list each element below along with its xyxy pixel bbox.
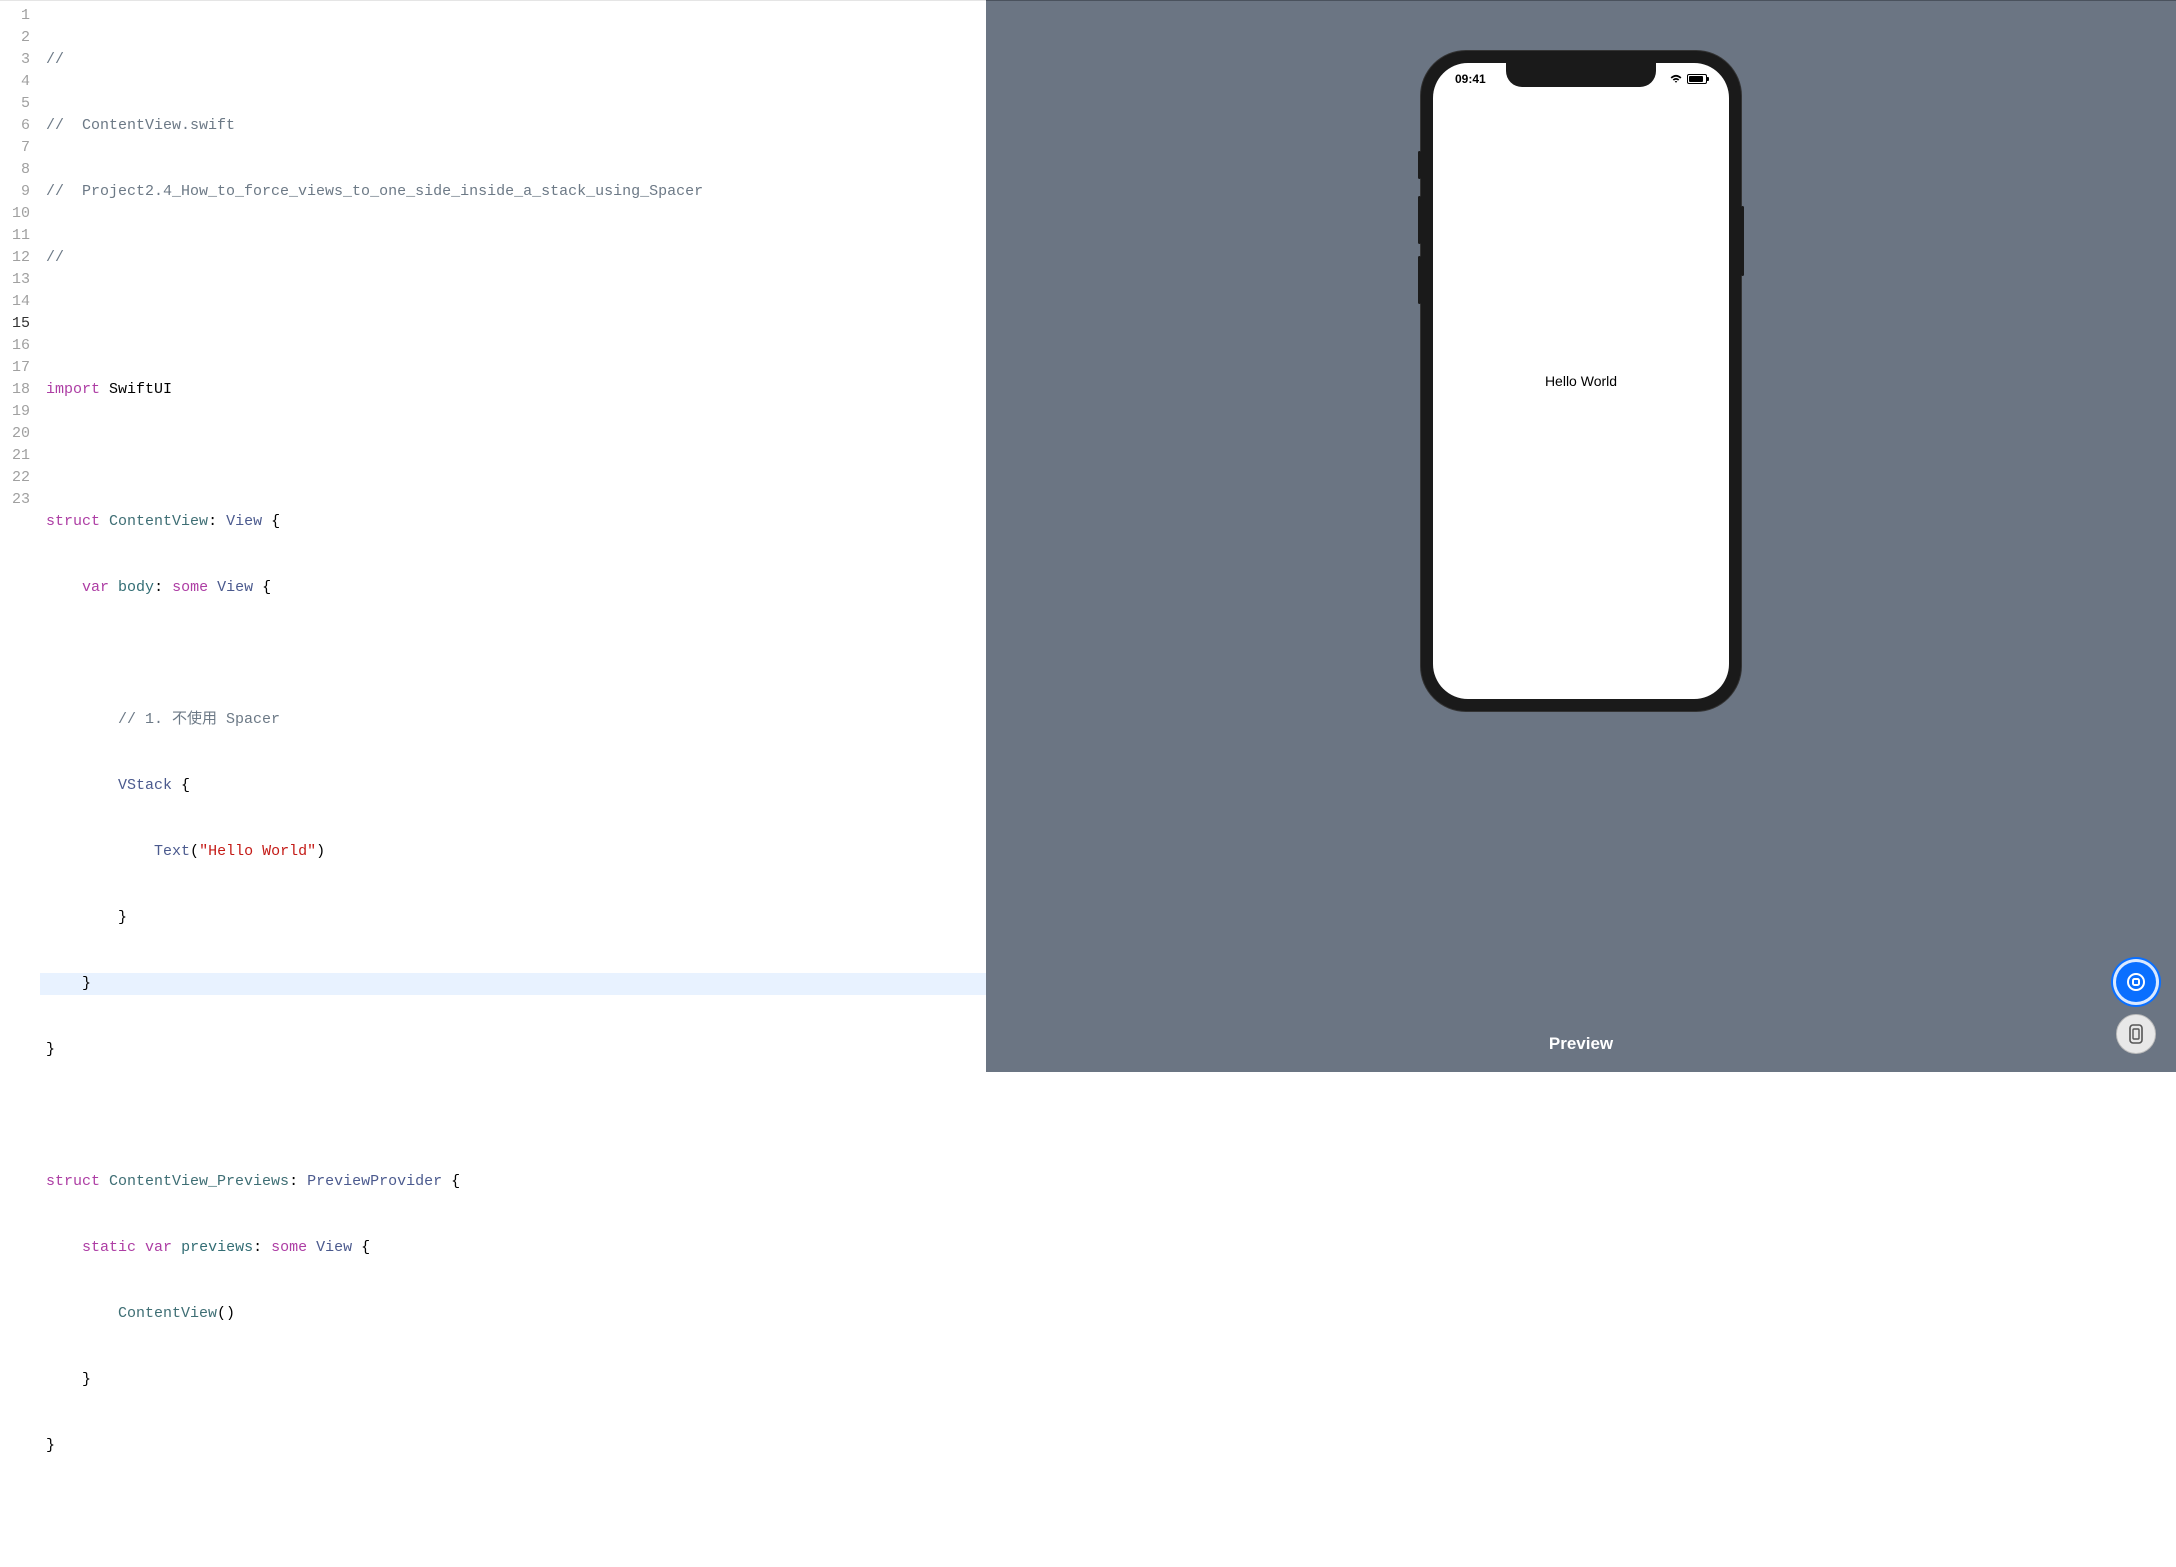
line-number: 16 <box>0 335 30 357</box>
code-string: "Hello World" <box>199 843 316 860</box>
phone-power-button <box>1741 206 1744 276</box>
line-number: 12 <box>0 247 30 269</box>
code-keyword: static <box>82 1239 136 1256</box>
code-type: View <box>217 579 253 596</box>
code-keyword: some <box>172 579 208 596</box>
phone-screen[interactable]: 09:41 Hello World <box>1433 63 1729 699</box>
line-number: 21 <box>0 445 30 467</box>
line-number: 11 <box>0 225 30 247</box>
live-preview-button[interactable] <box>2116 962 2156 1002</box>
code-comment: // <box>46 117 82 134</box>
code-var: body <box>118 579 154 596</box>
code-keyword: import <box>46 381 100 398</box>
line-number: 18 <box>0 379 30 401</box>
code-type: ContentView <box>109 513 208 530</box>
preview-on-device-button[interactable] <box>2116 1014 2156 1054</box>
phone-notch <box>1506 63 1656 87</box>
code-keyword: struct <box>46 513 100 530</box>
code-type: View <box>316 1239 352 1256</box>
code-editor-pane: 1 2 3 4 5 6 7 8 9 10 11 12 13 14 15 16 1… <box>0 0 986 1072</box>
phone-frame: 09:41 Hello World <box>1421 51 1741 711</box>
line-number: 23 <box>0 489 30 511</box>
line-number: 17 <box>0 357 30 379</box>
code-keyword: var <box>145 1239 172 1256</box>
code-text-area[interactable]: // // ContentView.swift // Project2.4_Ho… <box>40 1 986 1072</box>
code-keyword: var <box>82 579 109 596</box>
code-protocol: PreviewProvider <box>307 1173 442 1190</box>
line-number: 8 <box>0 159 30 181</box>
phone-volume-up <box>1418 196 1421 244</box>
line-number: 14 <box>0 291 30 313</box>
code-call: ContentView <box>118 1305 217 1322</box>
code-var: previews <box>181 1239 253 1256</box>
phone-mute-switch <box>1418 151 1421 179</box>
code-module: SwiftUI <box>109 381 172 398</box>
target-icon <box>2126 972 2146 992</box>
device-icon <box>2127 1023 2145 1045</box>
preview-label: Preview <box>1549 1034 1613 1054</box>
code-filename: ContentView.swift <box>82 117 235 134</box>
code-protocol: View <box>226 513 262 530</box>
line-number: 2 <box>0 27 30 49</box>
code-type: ContentView_Previews <box>109 1173 289 1190</box>
line-number: 5 <box>0 93 30 115</box>
line-number: 1 <box>0 5 30 27</box>
line-number-current: 15 <box>0 313 30 335</box>
line-number: 13 <box>0 269 30 291</box>
hello-world-text: Hello World <box>1545 373 1617 389</box>
code-comment: // <box>46 249 64 266</box>
line-number: 9 <box>0 181 30 203</box>
screen-content: Hello World <box>1433 63 1729 699</box>
line-number: 3 <box>0 49 30 71</box>
code-project: Project2.4_How_to_force_views_to_one_sid… <box>82 183 703 200</box>
line-number: 22 <box>0 467 30 489</box>
phone-volume-down <box>1418 256 1421 304</box>
line-number: 7 <box>0 137 30 159</box>
code-comment: // 1. 不使用 Spacer <box>118 711 280 728</box>
code-type: Text <box>154 843 190 860</box>
line-number: 6 <box>0 115 30 137</box>
line-number: 20 <box>0 423 30 445</box>
line-number: 10 <box>0 203 30 225</box>
code-keyword: some <box>271 1239 307 1256</box>
code-type: VStack <box>118 777 172 794</box>
line-number: 19 <box>0 401 30 423</box>
code-comment: // <box>46 183 82 200</box>
code-keyword: struct <box>46 1173 100 1190</box>
code-comment: // <box>46 51 64 68</box>
preview-pane: 09:41 Hello World Preview <box>986 0 2176 1072</box>
line-gutter: 1 2 3 4 5 6 7 8 9 10 11 12 13 14 15 16 1… <box>0 1 40 1072</box>
preview-controls <box>2116 962 2156 1054</box>
line-number: 4 <box>0 71 30 93</box>
